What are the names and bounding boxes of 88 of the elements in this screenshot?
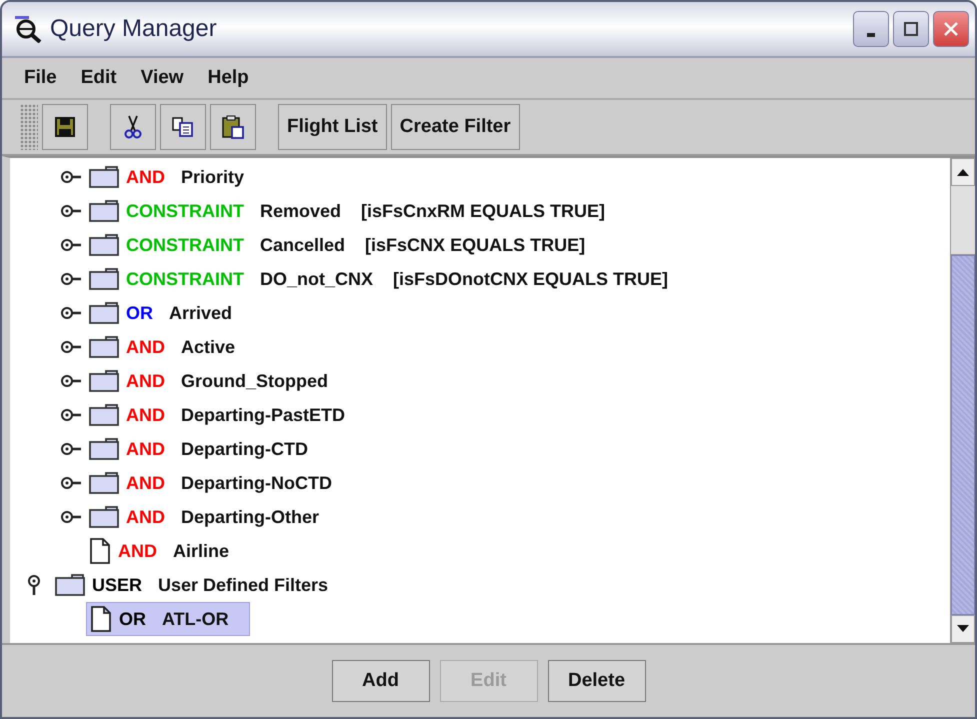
tree-item[interactable]: AND Departing-NoCTD xyxy=(86,467,352,499)
condition-text: [isFsCNX EQUALS TRUE] xyxy=(365,234,586,256)
node-label: Departing-CTD xyxy=(181,438,308,460)
operator-label: AND xyxy=(126,506,165,528)
action-button[interactable]: Add xyxy=(332,660,430,702)
tree-item[interactable]: OR Arrived xyxy=(86,297,252,329)
menu-item[interactable]: Help xyxy=(208,67,249,89)
tree-item[interactable]: USER User Defined Filters xyxy=(52,569,348,601)
node-label: Departing-PastETD xyxy=(181,404,346,426)
node-label: Arrived xyxy=(169,302,232,324)
tree-item[interactable]: CONSTRAINT Cancelled [isFsCNX EQUALS TRUE] xyxy=(86,229,592,261)
operator-label: AND xyxy=(118,540,157,562)
operator-label: USER xyxy=(92,574,142,596)
minimize-button[interactable] xyxy=(853,11,889,47)
operator-label: OR xyxy=(119,608,146,630)
operator-label: OR xyxy=(126,302,153,324)
tree-item[interactable]: AND Departing-PastETD xyxy=(86,399,366,431)
save-button[interactable] xyxy=(42,104,88,150)
node-label: Priority xyxy=(181,166,244,188)
document-icon xyxy=(88,538,112,564)
scroll-up-button[interactable] xyxy=(951,158,975,186)
folder-icon xyxy=(88,471,120,495)
menu-item[interactable]: View xyxy=(140,67,184,89)
scroll-down-button[interactable] xyxy=(951,615,975,643)
condition-text: [isFsDOnotCNX EQUALS TRUE] xyxy=(393,268,668,290)
maximize-button[interactable] xyxy=(893,11,929,47)
node-label: Departing-NoCTD xyxy=(181,472,332,494)
folder-icon xyxy=(88,505,120,529)
toolbar-button[interactable]: Flight List xyxy=(278,104,387,150)
tree-item[interactable]: CONSTRAINT Removed [isFsCnxRM EQUALS TRUE] xyxy=(86,195,612,227)
close-button[interactable] xyxy=(933,11,969,47)
operator-label: AND xyxy=(126,336,165,358)
node-label: User Defined Filters xyxy=(158,574,328,596)
tree-item[interactable]: CONSTRAINT DO_not_CNX [isFsDOnotCNX EQUALS TRUE] xyxy=(86,263,674,295)
node-label: ATL-OR xyxy=(162,608,229,630)
folder-icon xyxy=(88,301,120,325)
minimize-icon xyxy=(867,33,875,37)
node-label: Cancelled xyxy=(260,234,346,256)
operator-label: CONSTRAINT xyxy=(126,234,244,256)
folder-icon xyxy=(88,165,120,189)
toolbar-grip[interactable] xyxy=(20,104,38,150)
folder-icon xyxy=(88,403,120,427)
paste-button[interactable] xyxy=(210,104,256,150)
node-label: Departing-Other xyxy=(181,506,320,528)
tree-item[interactable]: AND Active xyxy=(86,331,256,363)
down-arrow-icon xyxy=(956,624,970,634)
copy-icon xyxy=(171,116,195,138)
node-label: Removed xyxy=(260,200,342,222)
node-label: Active xyxy=(181,336,236,358)
folder-icon xyxy=(88,267,120,291)
maximize-icon xyxy=(903,21,919,37)
tree-item[interactable]: AND Priority xyxy=(86,161,264,193)
clipboard-icon xyxy=(221,114,245,140)
tree-item[interactable]: AND Ground_Stopped xyxy=(86,365,348,397)
folder-icon xyxy=(88,369,120,393)
vertical-scrollbar[interactable] xyxy=(950,158,975,643)
tree-item[interactable]: AND Departing-Other xyxy=(86,501,340,533)
folder-icon xyxy=(88,199,120,223)
tree-item[interactable]: AND Airline xyxy=(86,535,250,567)
action-button[interactable]: Delete xyxy=(548,660,646,702)
document-icon xyxy=(89,606,113,632)
copy-button[interactable] xyxy=(160,104,206,150)
close-icon xyxy=(942,20,960,38)
condition-text: [isFsCnxRM EQUALS TRUE] xyxy=(361,200,606,222)
folder-icon xyxy=(88,437,120,461)
tree-item[interactable]: AND Departing-CTD xyxy=(86,433,328,465)
folder-icon xyxy=(88,335,120,359)
operator-label: AND xyxy=(126,166,165,188)
toolbar-button[interactable]: Create Filter xyxy=(390,104,520,150)
up-arrow-icon xyxy=(956,167,970,177)
cut-button[interactable] xyxy=(110,104,156,150)
operator-label: AND xyxy=(126,370,165,392)
tree-item[interactable]: OR ATL-OR xyxy=(86,602,250,636)
folder-icon xyxy=(54,573,86,597)
menu-item[interactable]: File xyxy=(24,67,57,89)
node-label: Airline xyxy=(173,540,230,562)
node-label: DO_not_CNX xyxy=(260,268,374,290)
operator-label: AND xyxy=(126,404,165,426)
magnifier-icon xyxy=(14,15,44,43)
menu-item[interactable]: Edit xyxy=(80,67,117,89)
operator-label: CONSTRAINT xyxy=(126,200,244,222)
folder-icon xyxy=(88,233,120,257)
scissors-icon xyxy=(122,114,144,140)
operator-label: AND xyxy=(126,472,165,494)
operator-label: AND xyxy=(126,438,165,460)
operator-label: CONSTRAINT xyxy=(126,268,244,290)
window-title: Query Manager xyxy=(50,15,217,43)
node-label: Ground_Stopped xyxy=(181,370,328,392)
